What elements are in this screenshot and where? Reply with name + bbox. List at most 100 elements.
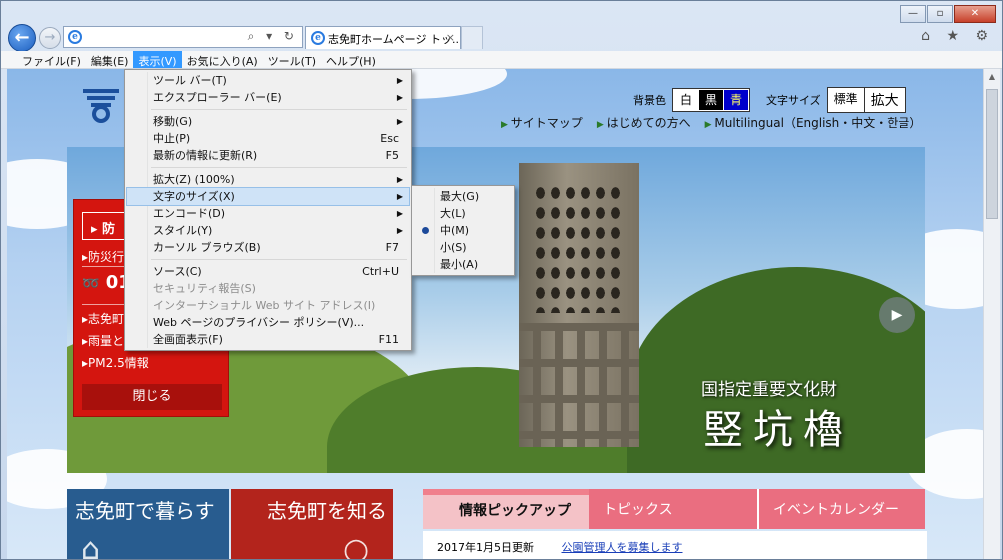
scroll-thumb[interactable]: [986, 89, 998, 219]
tab-pickup[interactable]: 情報ピックアップ: [423, 489, 589, 529]
address-tools-icons[interactable]: ⌕ ▾ ↻: [248, 29, 298, 44]
sitemap-link[interactable]: サイトマップ: [501, 114, 583, 131]
slide-next-icon[interactable]: ▶: [879, 297, 915, 333]
disaster-close-button[interactable]: 閉じる: [82, 384, 222, 410]
submenu-arrow-icon: ▶: [396, 192, 403, 201]
view-menu-item[interactable]: スタイル(Y) ▶: [127, 222, 409, 239]
news-row: 2017年1月5日更新 公園管理人を募集します: [423, 531, 927, 559]
text-size-submenu: 最大(G) 大(L) 中(M) 小(S) 最小(A): [411, 185, 515, 276]
ie-page-icon: e: [68, 30, 82, 44]
news-link[interactable]: 公園管理人を募集します: [562, 541, 683, 554]
menu-item-label: 大(L): [440, 207, 466, 220]
multilingual-link[interactable]: Multilingual（English・中文・한글）: [705, 114, 921, 131]
tab-title: 志免町ホームページ トッ...: [328, 33, 461, 46]
menu-item[interactable]: ツール(T): [263, 51, 321, 68]
address-bar[interactable]: e ⌕ ▾ ↻: [63, 26, 303, 48]
browser-tab[interactable]: e 志免町ホームページ トッ... ×: [305, 26, 461, 49]
scroll-up-icon[interactable]: ▲: [984, 69, 1000, 85]
text-size-option[interactable]: 大(L): [414, 205, 512, 222]
menu-shortcut: F5: [385, 149, 399, 162]
menu-item[interactable]: 表示(V): [133, 51, 182, 68]
view-menu-item[interactable]: 最新の情報に更新(R) F5: [127, 147, 409, 164]
menu-item-label: 全画面表示(F): [153, 333, 223, 346]
disaster-radio-link[interactable]: ▸防災行: [82, 248, 124, 265]
bg-white-button[interactable]: 白: [674, 90, 698, 110]
menu-item-label: エクスプローラー バー(E): [153, 91, 282, 104]
live-in-shime-block[interactable]: 志免町で暮らす ⌂: [67, 489, 229, 559]
menu-separator: [151, 167, 407, 168]
new-tab-button[interactable]: [461, 26, 483, 49]
menu-item[interactable]: お気に入り(A): [182, 51, 263, 68]
caption-buttons: — ▫ ✕: [900, 5, 996, 23]
menu-item[interactable]: 編集(E): [86, 51, 134, 68]
menu-item-label: カーソル ブラウズ(B): [153, 241, 261, 254]
close-button[interactable]: ✕: [954, 5, 996, 23]
bg-black-button[interactable]: 黒: [699, 90, 723, 110]
view-menu-item[interactable]: 文字のサイズ(X) ▶: [126, 187, 410, 206]
tab-close-icon[interactable]: ×: [446, 31, 455, 44]
menu-separator: [151, 259, 407, 260]
menu-item-label: 移動(G): [153, 115, 193, 128]
view-menu-item[interactable]: 移動(G) ▶: [127, 113, 409, 130]
text-size-option[interactable]: 小(S): [414, 239, 512, 256]
accessibility-controls: 背景色 白 黒 青 文字サイズ 標準 拡大: [633, 87, 906, 113]
submenu-arrow-icon: ▶: [396, 175, 403, 184]
pm25-link[interactable]: ▸PM2.5情報: [82, 354, 149, 371]
address-row: ← → e ⌕ ▾ ↻ e 志免町ホームページ トッ... × ⌂ ★ ⚙: [1, 23, 1002, 52]
menu-item[interactable]: ファイル(F): [17, 51, 86, 68]
know-shime-block[interactable]: 志免町を知る ○: [231, 489, 393, 559]
house-icon: ⌂: [81, 532, 101, 559]
view-menu-item[interactable]: カーソル ブラウズ(B) F7: [127, 239, 409, 256]
view-menu-item[interactable]: ソース(C) Ctrl+U: [127, 263, 409, 280]
bg-color-label: 背景色: [633, 94, 666, 107]
text-size-standard-button[interactable]: 標準: [828, 88, 865, 112]
view-menu-item[interactable]: 拡大(Z) (100%) ▶: [127, 171, 409, 188]
menu-shortcut: F11: [378, 333, 399, 346]
menu-item-label: 最大(G): [440, 190, 480, 203]
view-menu-item[interactable]: Web ページのプライバシー ポリシー(V)...: [127, 314, 409, 331]
view-menu-item[interactable]: 中止(P) Esc: [127, 130, 409, 147]
maximize-button[interactable]: ▫: [927, 5, 953, 23]
submenu-arrow-icon: ▶: [396, 117, 403, 126]
menu-item-label: Web ページのプライバシー ポリシー(V)...: [153, 316, 365, 329]
block-label: 志免町で暮らす: [75, 499, 215, 523]
block-label: 志免町を知る: [267, 499, 387, 523]
magnifier-icon: ○: [343, 532, 370, 559]
minimize-button[interactable]: —: [900, 5, 926, 23]
menu-item-label: 中(M): [440, 224, 470, 237]
menu-item-label: 中止(P): [153, 132, 191, 145]
header-links: サイトマップ はじめての方へ Multilingual（English・中文・한…: [501, 114, 922, 131]
home-favorites-tools-icons[interactable]: ⌂ ★ ⚙: [921, 28, 994, 44]
text-size-option[interactable]: 最大(G): [414, 188, 512, 205]
back-button[interactable]: ←: [8, 24, 36, 52]
menu-item-label: スタイル(Y): [153, 224, 213, 237]
vertical-scrollbar[interactable]: ▲: [983, 69, 1000, 559]
text-size-option[interactable]: 中(M): [414, 222, 512, 239]
news-date: 2017年1月5日更新: [437, 541, 534, 554]
bg-blue-button[interactable]: 青: [724, 90, 748, 110]
tab-topics[interactable]: トピックス: [589, 489, 757, 529]
menu-item[interactable]: ヘルプ(H): [321, 51, 381, 68]
mine-shaft-tower: [519, 163, 639, 447]
first-time-link[interactable]: はじめての方へ: [597, 114, 691, 131]
disaster-link-2[interactable]: ▸雨量と: [82, 332, 124, 349]
tab-event-calendar[interactable]: イベントカレンダー: [757, 489, 925, 529]
menu-item-label: セキュリティ報告(S): [153, 282, 256, 295]
view-menu-item[interactable]: エクスプローラー バー(E) ▶: [127, 89, 409, 106]
menu-separator: [151, 109, 407, 110]
view-menu-item[interactable]: 全画面表示(F) F11: [127, 331, 409, 348]
menu-shortcut: Ctrl+U: [362, 265, 399, 278]
town-logo-icon[interactable]: [81, 87, 121, 123]
text-size-option[interactable]: 最小(A): [414, 256, 512, 273]
text-size-large-button[interactable]: 拡大: [865, 88, 905, 112]
menu-item-label: 文字のサイズ(X): [153, 190, 235, 203]
view-menu-item[interactable]: ツール バー(T) ▶: [127, 72, 409, 89]
forward-button[interactable]: →: [39, 27, 61, 49]
tab-favicon-icon: e: [311, 31, 325, 45]
submenu-arrow-icon: ▶: [396, 209, 403, 218]
menu-shortcut: F7: [385, 241, 399, 254]
disaster-link-1[interactable]: ▸志免町: [82, 310, 124, 327]
text-size-buttons: 標準 拡大: [826, 87, 906, 113]
menu-item-label: ツール バー(T): [153, 74, 227, 87]
view-menu-item[interactable]: エンコード(D) ▶: [127, 205, 409, 222]
